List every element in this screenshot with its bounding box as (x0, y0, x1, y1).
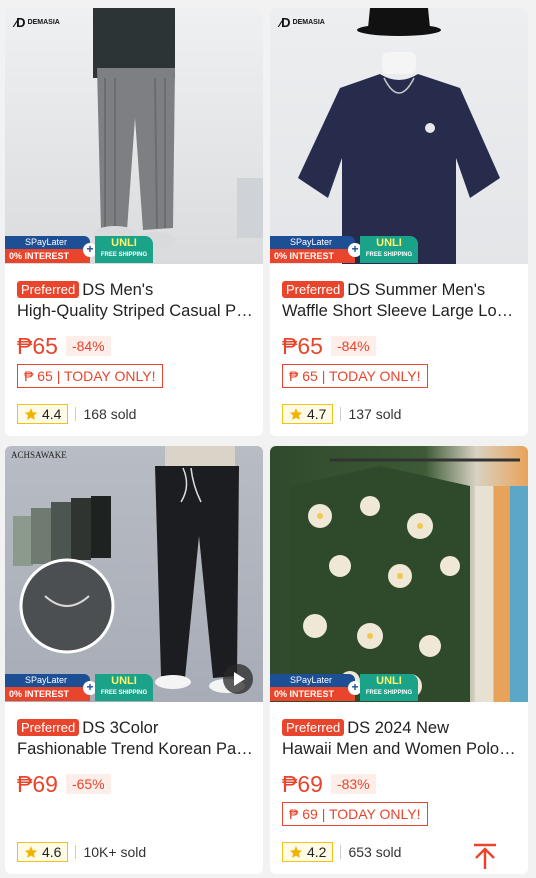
title-line-1: DS 3Color (82, 719, 159, 737)
rating-value: 4.2 (307, 844, 327, 860)
star-icon (24, 846, 38, 858)
product-image[interactable]: ∕D DEMASIA SPayLater 0% INTEREST + UNLI … (5, 8, 263, 264)
price-row: ₱65 -84% (282, 332, 376, 360)
rating-badge: 4.4 (17, 404, 69, 424)
pants-illustration (13, 446, 245, 693)
sold-count: 137 sold (348, 406, 402, 422)
spaylater-badge: SPayLater (5, 236, 90, 249)
product-title[interactable]: Preferred DS 3Color Fashionable Trend Kor… (17, 718, 253, 760)
unli-badge: UNLI FREE SHIPPING (360, 236, 418, 263)
rating-badge: 4.7 (282, 404, 334, 424)
title-line-2: Waffle Short Sleeve Large Loose T-shirt (282, 302, 518, 320)
star-icon (289, 408, 303, 420)
discount-badge: -84% (65, 336, 111, 356)
sold-count: 653 sold (348, 844, 402, 860)
back-to-top-button[interactable] (470, 841, 500, 871)
product-card[interactable]: ∕D DEMASIA SPayLater 0% INTEREST + UNLI … (270, 8, 528, 436)
play-icon (234, 672, 245, 686)
product-title[interactable]: Preferred DS Men's High-Quality Striped C… (17, 280, 253, 322)
rating-row: 4.2 653 sold (282, 839, 401, 865)
today-only-badge: ₱ 65 | TODAY ONLY! (17, 364, 163, 388)
unli-label: UNLI (376, 237, 402, 249)
preferred-badge: Preferred (17, 281, 80, 298)
price: ₱65 (282, 332, 323, 359)
title-line-2: High-Quality Striped Casual Pants (17, 302, 253, 320)
product-card[interactable]: ∕D DEMASIA SPayLater 0% INTEREST + UNLI … (5, 8, 263, 436)
free-shipping-label: FREE SHIPPING (365, 690, 413, 696)
product-title[interactable]: Preferred DS Summer Men's Waffle Short Sl… (282, 280, 518, 322)
price-row: ₱69 -83% (282, 770, 376, 798)
spaylater-badge: SPayLater (270, 674, 355, 687)
play-video-button[interactable] (223, 664, 253, 694)
promo-strip: SPayLater 0% INTEREST + UNLI FREE SHIPPI… (5, 236, 205, 264)
unli-label: UNLI (111, 675, 137, 687)
free-shipping-label: FREE SHIPPING (100, 252, 148, 258)
free-shipping-label: FREE SHIPPING (100, 690, 148, 696)
product-title[interactable]: Preferred DS 2024 New Hawaii Men and Wome… (282, 718, 518, 760)
pants-illustration (93, 8, 263, 248)
rating-badge: 4.6 (17, 842, 69, 862)
product-card[interactable]: ACHSAWAKE SPayLater 0% INTEREST + UNLI F… (5, 446, 263, 874)
title-line-1: DS Summer Men's (347, 281, 486, 299)
price-row: ₱65 -84% (17, 332, 111, 360)
promo-strip: SPayLater 0% INTEREST + UNLI FREE SHIPPI… (270, 674, 470, 702)
today-only-badge: ₱ 69 | TODAY ONLY! (282, 802, 428, 826)
rating-row: 4.7 137 sold (282, 401, 401, 427)
price: ₱69 (17, 770, 58, 797)
promo-strip: SPayLater 0% INTEREST + UNLI FREE SHIPPI… (5, 674, 205, 702)
interest-badge: 0% INTEREST (270, 249, 355, 263)
unli-badge: UNLI FREE SHIPPING (95, 236, 153, 263)
interest-badge: 0% INTEREST (5, 249, 90, 263)
unli-label: UNLI (376, 675, 402, 687)
spaylater-badge: SPayLater (5, 674, 90, 687)
product-image[interactable]: ACHSAWAKE SPayLater 0% INTEREST + UNLI F… (5, 446, 263, 702)
rating-badge: 4.2 (282, 842, 334, 862)
divider (75, 407, 77, 421)
arrow-up-icon (474, 843, 496, 869)
shirt-illustration (290, 458, 528, 702)
rating-row: 4.4 168 sold (17, 401, 136, 427)
rating-row: 4.6 10K+ sold (17, 839, 146, 865)
preferred-badge: Preferred (282, 281, 345, 298)
unli-label: UNLI (111, 237, 137, 249)
price-row: ₱69 -65% (17, 770, 111, 798)
discount-badge: -84% (330, 336, 376, 356)
star-icon (289, 846, 303, 858)
title-line-1: DS 2024 New (347, 719, 450, 737)
title-line-2: Fashionable Trend Korean Pants (17, 740, 253, 758)
interest-badge: 0% INTEREST (270, 687, 355, 701)
promo-strip: SPayLater 0% INTEREST + UNLI FREE SHIPPI… (270, 236, 470, 264)
discount-badge: -83% (330, 774, 376, 794)
title-line-1: DS Men's (82, 281, 154, 299)
product-image[interactable]: ∕D DEMASIA SPayLater 0% INTEREST + UNLI … (270, 8, 528, 264)
product-grid: ∕D DEMASIA SPayLater 0% INTEREST + UNLI … (0, 0, 536, 878)
rating-value: 4.7 (307, 406, 327, 422)
product-card[interactable]: SPayLater 0% INTEREST + UNLI FREE SHIPPI… (270, 446, 528, 874)
product-image[interactable]: SPayLater 0% INTEREST + UNLI FREE SHIPPI… (270, 446, 528, 702)
interest-badge: 0% INTEREST (5, 687, 90, 701)
preferred-badge: Preferred (282, 719, 345, 736)
rating-value: 4.4 (42, 406, 62, 422)
rating-value: 4.6 (42, 844, 62, 860)
today-only-badge: ₱ 65 | TODAY ONLY! (282, 364, 428, 388)
unli-badge: UNLI FREE SHIPPING (95, 674, 153, 701)
price: ₱69 (282, 770, 323, 797)
preferred-badge: Preferred (17, 719, 80, 736)
title-line-2: Hawaii Men and Women Polo Shirt (282, 740, 518, 758)
tshirt-illustration (298, 8, 500, 264)
spaylater-badge: SPayLater (270, 236, 355, 249)
divider (340, 407, 342, 421)
price: ₱65 (17, 332, 58, 359)
unli-badge: UNLI FREE SHIPPING (360, 674, 418, 701)
discount-badge: -65% (65, 774, 111, 794)
divider (340, 845, 342, 859)
free-shipping-label: FREE SHIPPING (365, 252, 413, 258)
sold-count: 10K+ sold (83, 844, 147, 860)
sold-count: 168 sold (83, 406, 137, 422)
star-icon (24, 408, 38, 420)
divider (75, 845, 77, 859)
